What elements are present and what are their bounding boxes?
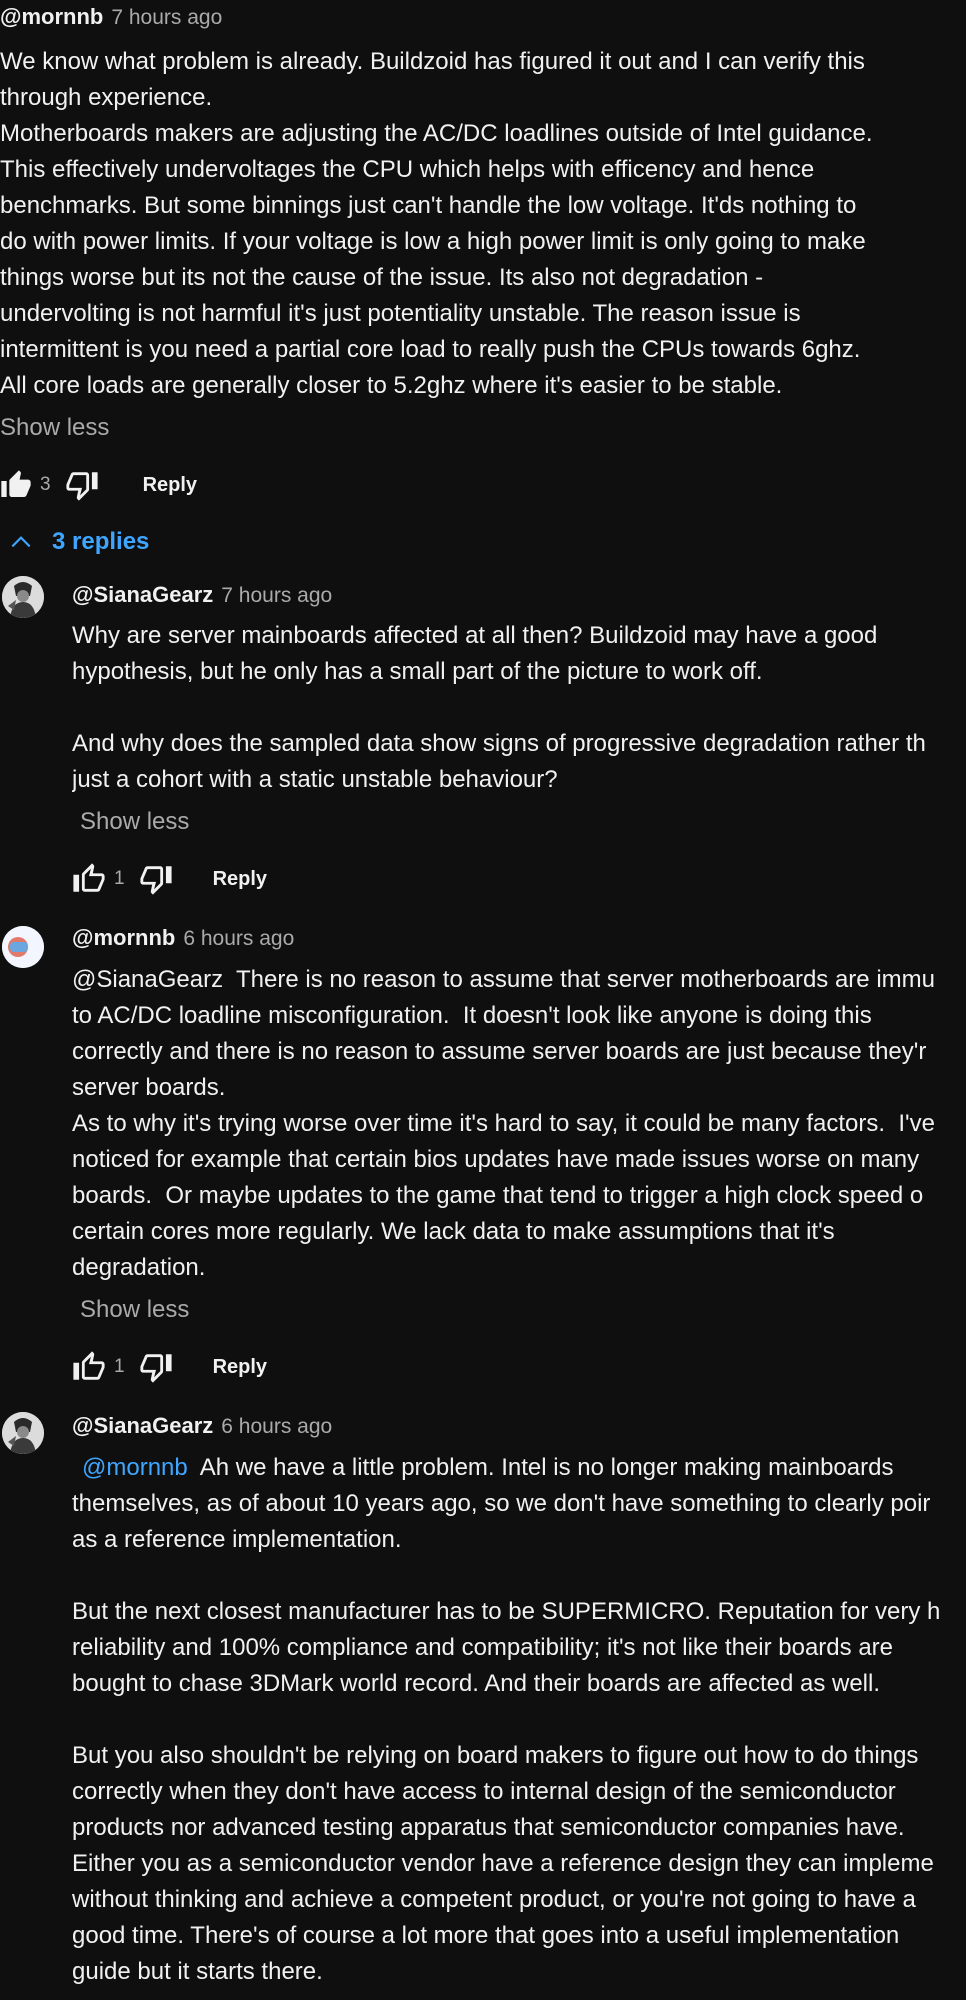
comment-header: @mornnb 7 hours ago bbox=[0, 4, 222, 30]
show-less-button[interactable]: Show less bbox=[0, 414, 109, 442]
show-less-button[interactable]: Show less bbox=[80, 808, 189, 836]
comment-time[interactable]: 7 hours ago bbox=[111, 6, 222, 29]
dislike-button[interactable] bbox=[139, 862, 173, 896]
like-button[interactable] bbox=[72, 862, 106, 896]
reply-header: @SianaGearz 7 hours ago bbox=[72, 582, 332, 608]
thumbs-up-icon bbox=[73, 1351, 105, 1380]
reply-header: @SianaGearz 6 hours ago bbox=[72, 1413, 332, 1439]
comment-actions: 3 Reply bbox=[0, 465, 197, 505]
avatar-icon bbox=[2, 926, 44, 968]
replies-count-label: 3 replies bbox=[52, 528, 150, 555]
dislike-button[interactable] bbox=[65, 468, 99, 502]
comment-author[interactable]: @mornnb bbox=[0, 4, 103, 29]
like-count: 3 bbox=[40, 474, 51, 495]
dislike-button[interactable] bbox=[139, 1350, 173, 1384]
reply-button[interactable]: Reply bbox=[213, 868, 267, 891]
reply-text: @SianaGearz There is no reason to assume… bbox=[72, 966, 935, 1281]
reply-time[interactable]: 7 hours ago bbox=[221, 584, 332, 607]
reply-actions: 1 Reply bbox=[72, 1347, 267, 1387]
thumbs-down-icon bbox=[65, 472, 98, 501]
reply-text: @mornnb Ah we have a little problem. Int… bbox=[72, 1450, 966, 1990]
thumbs-up-icon bbox=[73, 863, 105, 892]
reply-author[interactable]: @SianaGearz bbox=[72, 1413, 213, 1438]
like-count: 1 bbox=[114, 1356, 125, 1377]
replies-toggle[interactable]: 3 replies bbox=[8, 528, 149, 556]
chevron-up-icon bbox=[11, 536, 31, 548]
like-count: 1 bbox=[114, 868, 125, 889]
comment-text: We know what problem is already. Buildzo… bbox=[0, 48, 873, 399]
reply-author[interactable]: @SianaGearz bbox=[72, 582, 213, 607]
reply-time[interactable]: 6 hours ago bbox=[221, 1415, 332, 1438]
mention-link[interactable]: @mornnb bbox=[82, 1454, 188, 1481]
reply-text: Why are server mainboards affected at al… bbox=[72, 622, 926, 793]
thumbs-down-icon bbox=[139, 1354, 172, 1383]
avatar[interactable] bbox=[2, 1412, 44, 1454]
reply-time[interactable]: 6 hours ago bbox=[183, 927, 294, 950]
reply-actions: 1 Reply bbox=[72, 859, 267, 899]
like-button[interactable] bbox=[0, 469, 32, 501]
thumbs-down-icon bbox=[139, 866, 172, 895]
reply-author[interactable]: @mornnb bbox=[72, 925, 175, 950]
reply-text-content: Ah we have a little problem. Intel is no… bbox=[72, 1454, 941, 1985]
avatar-icon bbox=[2, 576, 44, 618]
like-button[interactable] bbox=[72, 1350, 106, 1384]
reply-header: @mornnb 6 hours ago bbox=[72, 925, 294, 951]
thumbs-up-filled-icon bbox=[1, 470, 31, 497]
reply-button[interactable]: Reply bbox=[143, 474, 197, 497]
avatar[interactable] bbox=[2, 926, 44, 968]
reply-button[interactable]: Reply bbox=[213, 1356, 267, 1379]
avatar[interactable] bbox=[2, 576, 44, 618]
avatar-icon bbox=[2, 1412, 44, 1454]
show-less-button[interactable]: Show less bbox=[80, 1296, 189, 1324]
